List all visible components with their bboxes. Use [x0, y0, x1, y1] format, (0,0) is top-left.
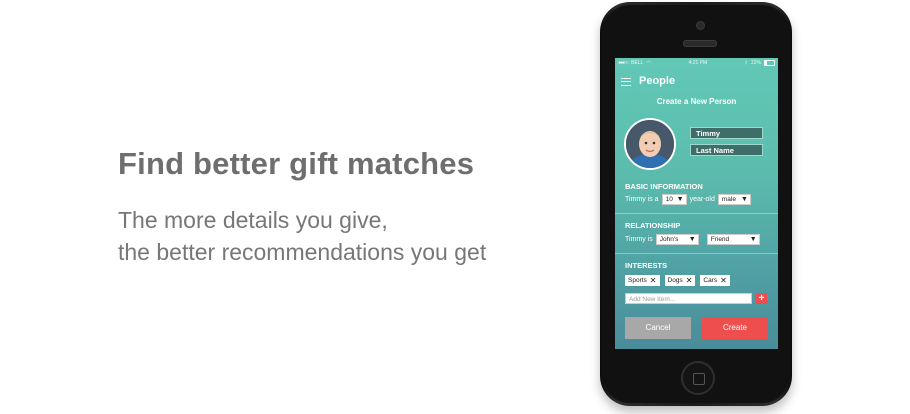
home-button[interactable]	[681, 361, 715, 395]
relationship-heading: RELATIONSHIP	[625, 221, 681, 230]
section-divider	[615, 213, 778, 214]
chip-label: Sports	[628, 277, 647, 284]
close-icon[interactable]: ✕	[650, 275, 657, 286]
chevron-down-icon: ▼	[676, 196, 684, 203]
close-icon[interactable]: ✕	[686, 275, 693, 286]
battery-percent: 22%	[750, 59, 761, 66]
chip-label: Cars	[703, 277, 718, 284]
nav-bar: People	[615, 72, 778, 90]
whose-select[interactable]: John's ▼	[655, 234, 699, 245]
form-title: Create a New Person	[656, 97, 737, 106]
cancel-button[interactable]: Cancel	[625, 317, 691, 339]
basic-info-heading: BASIC INFORMATION	[625, 182, 703, 191]
chip-label: Dogs	[667, 277, 683, 284]
interest-chip[interactable]: Cars ✕	[700, 275, 730, 286]
chevron-down-icon: ▼	[688, 236, 696, 243]
avatar-photo	[626, 120, 674, 168]
chevron-down-icon: ▼	[740, 196, 748, 203]
section-divider	[615, 253, 778, 254]
chevron-down-icon: ▼	[749, 236, 757, 243]
interests-heading: INTERESTS	[625, 261, 668, 270]
relation-value: Friend	[710, 236, 730, 243]
gender-value: male	[721, 196, 736, 203]
whose-value: John's	[659, 236, 679, 243]
carrier-label: BELL	[631, 59, 644, 66]
first-name-field[interactable]: Timmy	[690, 127, 763, 139]
avatar[interactable]	[624, 118, 676, 170]
menu-icon[interactable]	[621, 78, 631, 86]
basic-info-row: Timmy is a 10 ▼ year-old male ▼	[625, 194, 751, 205]
battery-icon	[764, 59, 775, 66]
wifi-icon: ◠	[646, 59, 651, 66]
basic-info-mid: year-old	[689, 196, 715, 203]
phone-screen: ●●●○○ BELL ◠ 4:21 PM ᛒ 22% People Create…	[615, 58, 778, 349]
status-bar: ●●●○○ BELL ◠ 4:21 PM ᛒ 22%	[615, 58, 778, 67]
last-name-field[interactable]: Last Name	[690, 144, 763, 156]
create-button[interactable]: Create	[702, 317, 768, 339]
age-value: 10	[665, 196, 673, 203]
add-interest-input[interactable]: Add New Item...	[625, 293, 752, 304]
add-interest-button[interactable]: +	[756, 293, 767, 304]
status-time: 4:21 PM	[688, 59, 708, 66]
subheadline-line-2: the better recommendations you get	[118, 239, 487, 265]
close-icon[interactable]: ✕	[720, 275, 727, 286]
age-select[interactable]: 10 ▼	[661, 194, 687, 205]
subheadline-line-1: The more details you give,	[118, 207, 388, 233]
front-camera	[696, 21, 705, 30]
relationship-prefix: Timmy is	[625, 236, 653, 243]
subheadline: The more details you give, the better re…	[118, 204, 486, 268]
interest-chip[interactable]: Sports ✕	[625, 275, 660, 286]
interest-chip[interactable]: Dogs ✕	[664, 275, 696, 286]
basic-info-prefix: Timmy is a	[625, 196, 659, 203]
relation-select[interactable]: Friend ▼	[706, 234, 760, 245]
headline: Find better gift matches	[118, 146, 475, 181]
signal-icon: ●●●○○	[618, 59, 629, 66]
interest-chips: Sports ✕ Dogs ✕ Cars ✕	[625, 275, 730, 286]
nav-title: People	[639, 75, 676, 87]
gender-select[interactable]: male ▼	[717, 194, 751, 205]
earpiece-speaker	[683, 40, 717, 47]
bluetooth-icon: ᛒ	[744, 59, 748, 66]
relationship-row: Timmy is John's ▼ Friend ▼	[625, 234, 760, 245]
